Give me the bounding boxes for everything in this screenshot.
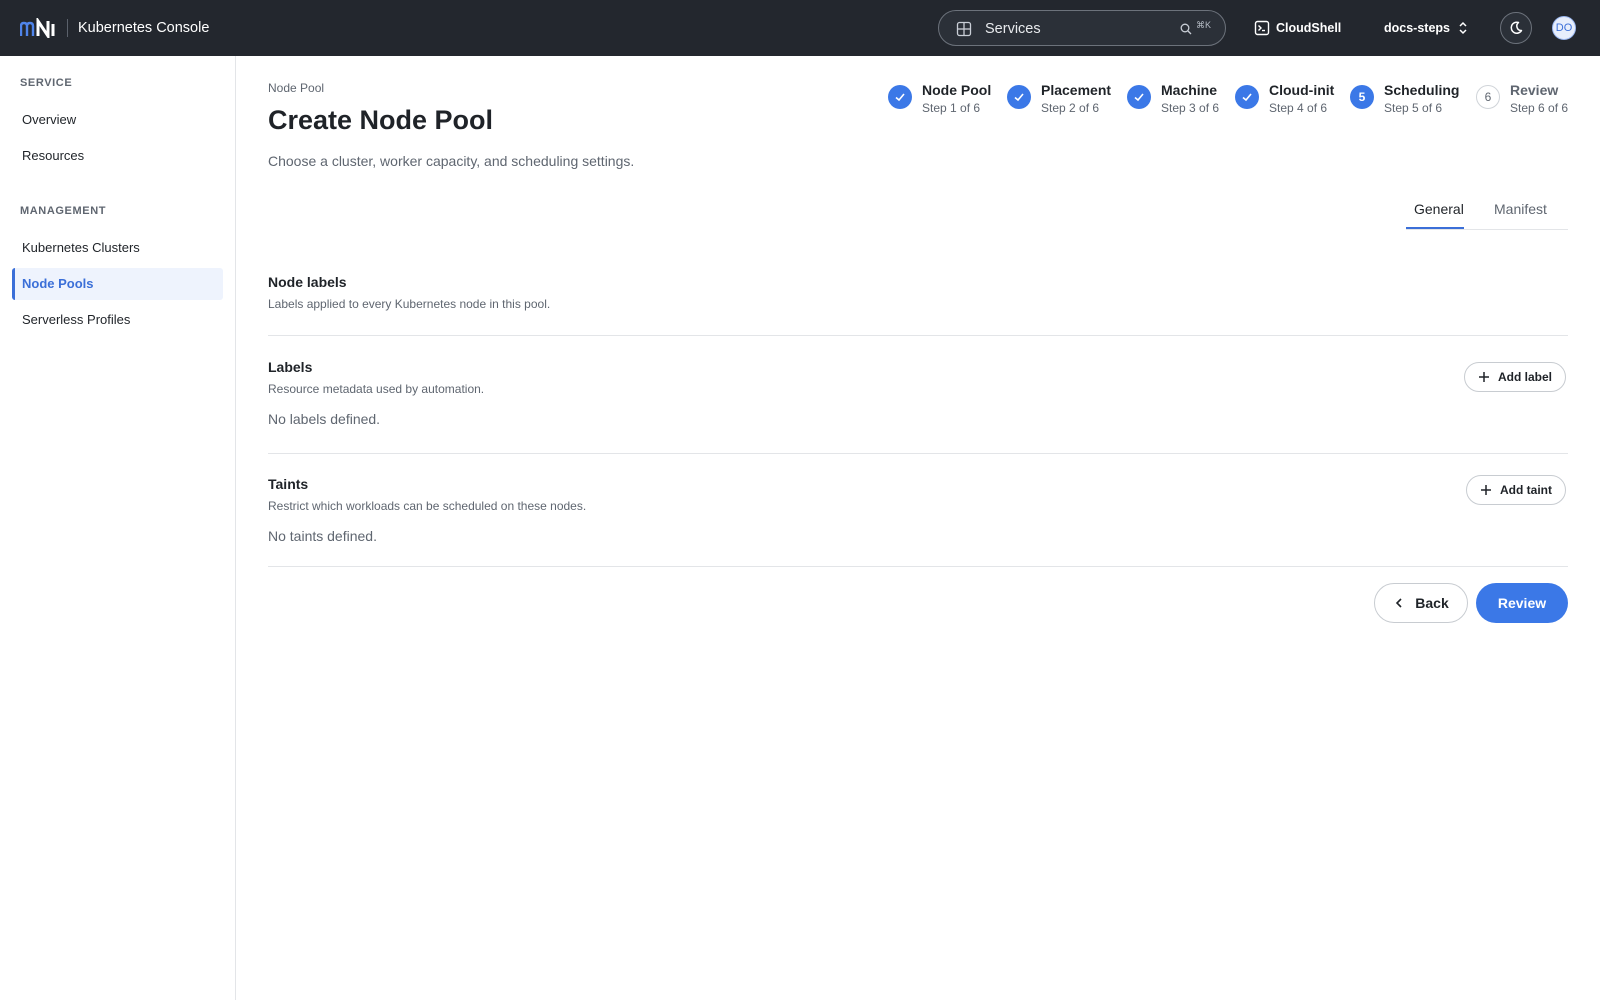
- user-avatar[interactable]: DO: [1552, 16, 1576, 40]
- sidebar-section-service: SERVICE: [20, 77, 73, 89]
- plus-icon: [1481, 485, 1491, 495]
- step-sub: Step 4 of 6: [1269, 101, 1328, 115]
- step-name: Scheduling: [1384, 82, 1460, 98]
- section-title-labels: Labels: [268, 359, 313, 375]
- section-description-labels: Resource metadata used by automation.: [268, 382, 485, 396]
- cloudshell-button[interactable]: CloudShell: [1254, 16, 1341, 40]
- moon-icon: [1510, 21, 1523, 34]
- step-name: Cloud-init: [1269, 82, 1335, 98]
- review-button[interactable]: Review: [1476, 583, 1568, 623]
- plus-icon: [1479, 372, 1489, 382]
- section-divider: [268, 335, 1568, 336]
- project-selector[interactable]: docs-steps: [1384, 16, 1470, 40]
- step-sub: Step 6 of 6: [1510, 101, 1569, 115]
- chevron-up-down-icon: [1459, 21, 1467, 35]
- page-title: Create Node Pool: [268, 105, 494, 135]
- sidebar-item-node-pools[interactable]: Node Pools: [12, 268, 223, 300]
- step-sub: Step 3 of 6: [1161, 101, 1220, 115]
- labels-empty-state: No labels defined.: [268, 411, 381, 427]
- top-bar: Kubernetes Console Services ⌘K CloudShel…: [0, 0, 1600, 56]
- theme-toggle-button[interactable]: [1500, 12, 1532, 44]
- search-icon: [1180, 23, 1192, 35]
- step-sub: Step 1 of 6: [922, 101, 981, 115]
- sidebar-item-resources[interactable]: Resources: [12, 140, 223, 172]
- section-divider: [268, 566, 1568, 567]
- tab-general[interactable]: General: [1414, 200, 1464, 218]
- brand-logo[interactable]: [20, 15, 58, 41]
- app-title[interactable]: Kubernetes Console: [78, 18, 209, 38]
- section-title-node-labels: Node labels: [268, 274, 347, 290]
- taints-empty-state: No taints defined.: [268, 528, 377, 544]
- service-search[interactable]: Services ⌘K: [938, 10, 1226, 46]
- add-taint-text: Add taint: [1500, 483, 1552, 497]
- section-divider: [268, 453, 1568, 454]
- step-sub: Step 2 of 6: [1041, 101, 1100, 115]
- brand-divider: [67, 19, 68, 37]
- section-description-node-labels: Labels applied to every Kubernetes node …: [268, 297, 551, 311]
- step-complete-icon: [1235, 85, 1259, 109]
- step-sub: Step 5 of 6: [1384, 101, 1443, 115]
- cloudshell-label: CloudShell: [1276, 21, 1342, 35]
- step-complete-icon: [1127, 85, 1151, 109]
- add-taint-button[interactable]: Add taint: [1466, 475, 1566, 505]
- terminal-icon: [1254, 20, 1270, 36]
- main-content: Node Pool Create Node Pool Choose a clus…: [236, 56, 1600, 1000]
- project-name: docs-steps: [1384, 21, 1450, 35]
- view-tabs: General Manifest: [1406, 193, 1568, 230]
- sidebar-item-overview[interactable]: Overview: [12, 104, 223, 136]
- search-shortcut: ⌘K: [1196, 20, 1212, 30]
- sidebar-item-serverless-profiles[interactable]: Serverless Profiles: [12, 304, 223, 336]
- breadcrumb[interactable]: Node Pool: [268, 81, 324, 95]
- active-tab-indicator: [1406, 227, 1464, 229]
- tab-manifest[interactable]: Manifest: [1494, 200, 1547, 218]
- add-label-button[interactable]: Add label: [1464, 362, 1567, 392]
- step-number: 6: [1476, 85, 1500, 109]
- sidebar: SERVICE Overview Resources MANAGEMENT Ku…: [0, 56, 236, 1000]
- step-complete-icon: [1007, 85, 1031, 109]
- back-button[interactable]: Back: [1374, 583, 1468, 623]
- step-number: 5: [1350, 85, 1374, 109]
- step-name: Review: [1510, 82, 1559, 98]
- page-subtitle: Choose a cluster, worker capacity, and s…: [268, 153, 635, 169]
- search-input[interactable]: Services: [985, 20, 1041, 38]
- chevron-left-icon: [1396, 598, 1402, 608]
- section-title-taints: Taints: [268, 476, 309, 492]
- sidebar-section-management: MANAGEMENT: [20, 205, 107, 217]
- services-grid-icon: [956, 21, 972, 37]
- step-complete-icon: [888, 85, 912, 109]
- back-label: Back: [1415, 595, 1449, 611]
- step-name: Machine: [1161, 82, 1218, 98]
- step-name: Node Pool: [922, 82, 992, 98]
- add-label-text: Add label: [1498, 370, 1553, 384]
- step-name: Placement: [1041, 82, 1112, 98]
- section-description-taints: Restrict which workloads can be schedule…: [268, 499, 587, 513]
- sidebar-item-kubernetes-clusters[interactable]: Kubernetes Clusters: [12, 232, 223, 264]
